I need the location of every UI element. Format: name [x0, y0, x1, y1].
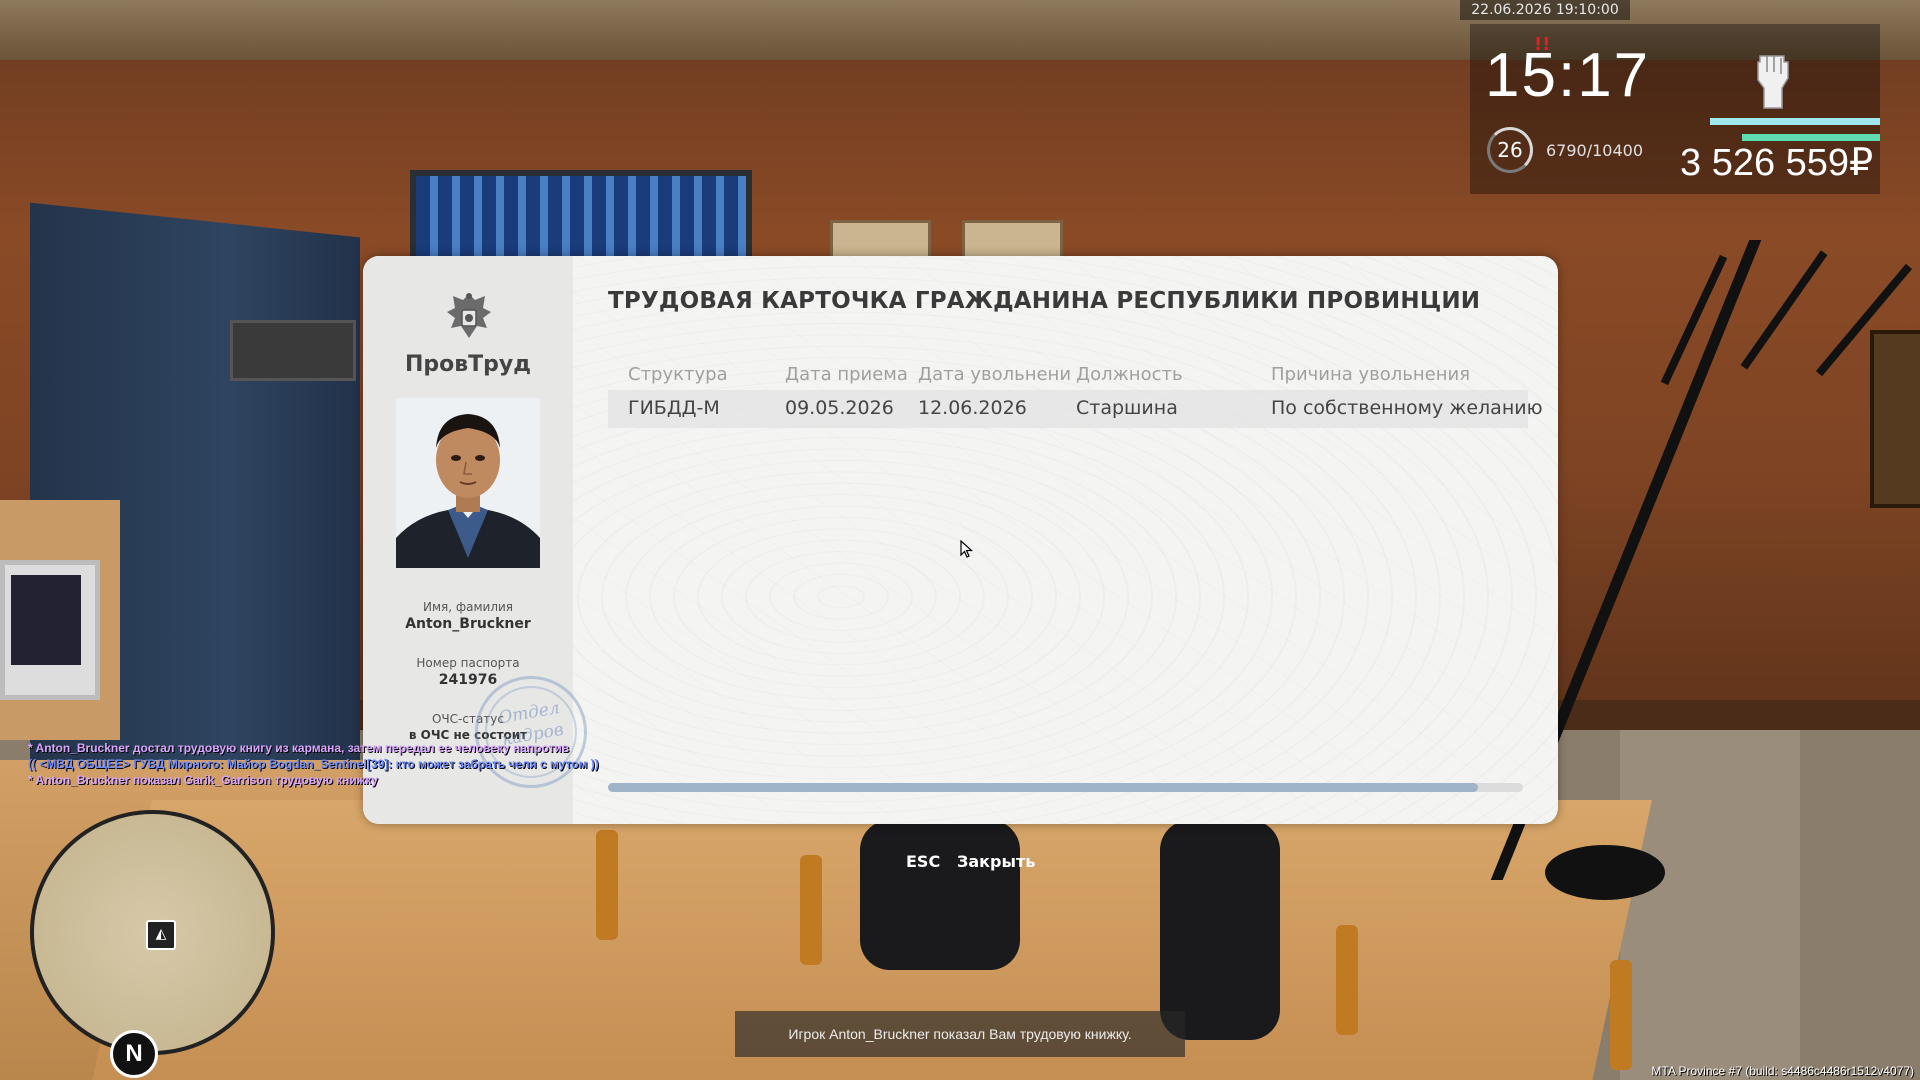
cell-position: Старшина — [1076, 397, 1178, 419]
door-plate — [230, 320, 356, 381]
chat-message: * Anton_Bruckner показал Garik_Garrison … — [28, 773, 378, 787]
server-datetime: 22.06.2026 19:10:00 — [1460, 0, 1630, 20]
esc-key-hint: ESC — [906, 852, 941, 871]
chair — [800, 855, 822, 965]
horizontal-scrollbar-thumb[interactable] — [608, 783, 1478, 792]
build-info: MTA Province #7 (build: s4486c4486r1512v… — [1651, 1064, 1914, 1078]
notification-toast: Игрок Anton_Bruckner показал Вам трудову… — [735, 1011, 1185, 1057]
column-header-structure: Структура — [628, 364, 728, 385]
coat-of-arms-icon — [447, 293, 491, 338]
name-label: Имя, фамилия — [422, 600, 514, 614]
chair — [1610, 960, 1632, 1070]
passport-label: Номер паспорта — [416, 656, 520, 670]
money-balance: 3 526 559₽ — [1680, 142, 1874, 184]
chair — [1336, 925, 1358, 1035]
player-marker-icon: ◭ — [146, 920, 176, 950]
north-compass-icon: N — [110, 1030, 158, 1078]
npc-figure — [1160, 820, 1280, 1040]
cell-dismissal-date: 12.06.2026 — [918, 397, 1027, 419]
wall-picture — [1870, 330, 1920, 508]
game-clock: 15:17 — [1485, 41, 1651, 110]
chat-message: (( <МВД ОБЩЕЕ> ГУВД Мирного: Майор Bogda… — [28, 757, 599, 771]
cell-structure: ГИБДД-М — [628, 397, 720, 419]
experience-counter: 6790/10400 — [1546, 141, 1644, 160]
chair — [596, 830, 618, 940]
mouse-cursor-icon — [960, 540, 974, 558]
column-header-hire-date: Дата приема — [785, 364, 908, 385]
cell-dismissal-reason: По собственному желанию — [1271, 397, 1543, 419]
column-header-dismissal-date: Дата увольнени — [918, 364, 1072, 385]
close-button[interactable]: Закрыть — [957, 852, 1035, 871]
fist-icon — [1757, 55, 1789, 109]
card-title: ТРУДОВАЯ КАРТОЧКА ГРАЖДАНИНА РЕСПУБЛИКИ … — [608, 288, 1481, 314]
portrait-image — [396, 398, 540, 568]
column-header-position: Должность — [1076, 364, 1183, 385]
chat-log: * Anton_Bruckner достал трудовую книгу и… — [28, 740, 599, 788]
column-header-dismissal-reason: Причина увольнения — [1271, 364, 1471, 385]
health-bar — [1710, 118, 1880, 125]
player-level: 26 — [1497, 138, 1523, 162]
chat-message: * Anton_Bruckner достал трудовую книгу и… — [28, 741, 570, 755]
coat-rack-base — [1545, 845, 1665, 900]
org-name: ПровТруд — [404, 352, 532, 377]
cell-hire-date: 09.05.2026 — [785, 397, 894, 419]
citizen-photo — [396, 398, 540, 568]
computer-monitor — [0, 560, 100, 700]
name-value: Anton_Bruckner — [405, 616, 531, 632]
npc-figure — [860, 820, 1020, 970]
